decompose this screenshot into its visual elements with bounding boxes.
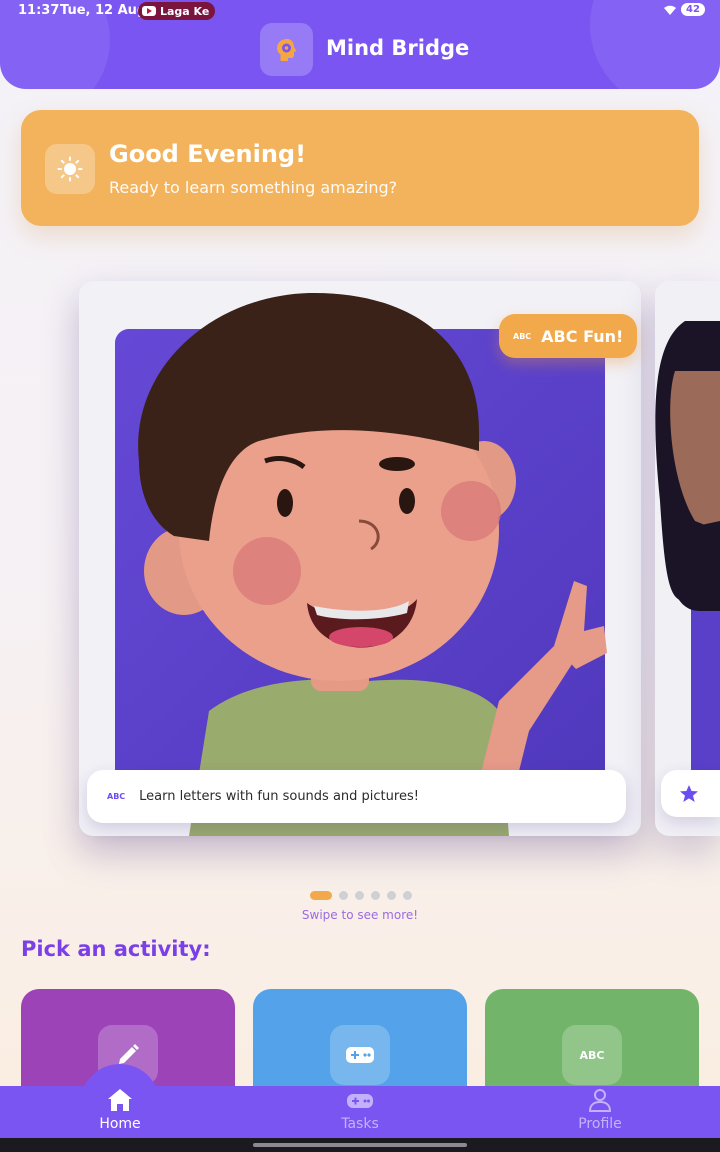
next-card-caption (661, 770, 720, 817)
status-bar: 11:37 Tue, 12 Aug Laga Ke 42 (0, 0, 720, 24)
carousel-card-next[interactable] (655, 281, 720, 836)
gamepad-icon (347, 1094, 373, 1108)
home-gesture-handle[interactable] (253, 1143, 467, 1147)
abc-icon-text: ABC (579, 1048, 605, 1062)
system-navigation-bar (0, 1138, 720, 1152)
wifi-icon (663, 4, 677, 20)
carousel-dot[interactable] (339, 891, 348, 900)
star-icon (680, 784, 698, 802)
nav-profile-label: Profile (578, 1116, 622, 1132)
abc-icon: ABC (513, 331, 532, 341)
swipe-hint: Swipe to see more! (301, 908, 419, 922)
notification-chip-label: Laga Ke (160, 4, 210, 18)
abc-icon: ABC (107, 792, 126, 801)
carousel-dot[interactable] (355, 891, 364, 900)
youtube-icon (142, 6, 156, 16)
abc-fun-badge: ABC ABC Fun! (499, 314, 638, 358)
caption-text: Learn letters with fun sounds and pictur… (139, 789, 419, 804)
nav-home[interactable]: Home (60, 1088, 180, 1132)
carousel-dot[interactable] (403, 891, 412, 900)
greeting-card: Good Evening! Ready to learn something a… (21, 110, 699, 226)
cartoon-girl-illustration (655, 321, 720, 789)
sun-icon (45, 144, 95, 194)
carousel-pagination (310, 891, 412, 900)
greeting-subtitle: Ready to learn something amazing? (109, 178, 398, 197)
nav-home-label: Home (99, 1116, 141, 1132)
battery-indicator: 42 (681, 3, 705, 16)
cartoon-boy-illustration (115, 292, 607, 836)
status-time: 11:37 (18, 3, 60, 18)
status-date: Tue, 12 Aug (60, 3, 147, 18)
nav-tasks-label: Tasks (341, 1116, 379, 1132)
abc-icon: ABC (562, 1025, 622, 1085)
carousel-dot[interactable] (371, 891, 380, 900)
nav-tasks[interactable]: Tasks (300, 1088, 420, 1132)
gamepad-icon (330, 1025, 390, 1085)
greeting-title: Good Evening! (109, 140, 307, 168)
nav-profile[interactable]: Profile (540, 1088, 660, 1132)
brain-gear-icon (260, 23, 313, 76)
carousel-caption: ABC Learn letters with fun sounds and pi… (87, 770, 626, 823)
carousel-dot[interactable] (387, 891, 396, 900)
notification-chip: Laga Ke (138, 2, 216, 20)
carousel-card-abc-fun[interactable] (79, 281, 641, 836)
carousel-dot[interactable] (310, 891, 332, 900)
badge-label: ABC Fun! (541, 326, 624, 346)
home-icon (108, 1089, 132, 1111)
section-title: Pick an activity: (21, 937, 211, 961)
app-title: Mind Bridge (326, 36, 470, 60)
person-icon (588, 1089, 612, 1112)
